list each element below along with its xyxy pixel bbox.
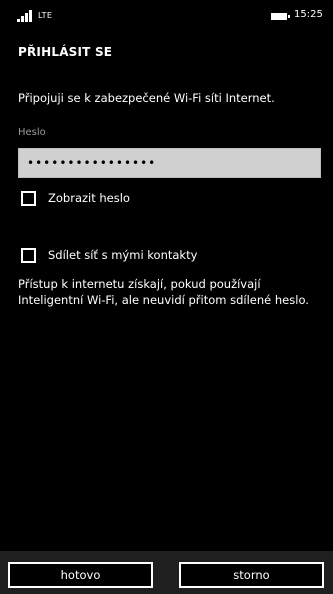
password-field[interactable]: •••••••••••••••• xyxy=(18,148,321,178)
share-network-checkbox[interactable] xyxy=(21,248,36,263)
done-button[interactable]: hotovo xyxy=(8,562,153,588)
password-label: Heslo xyxy=(18,127,46,138)
clock: 15:25 xyxy=(294,9,323,20)
status-bar: LTE 15:25 xyxy=(0,0,333,32)
show-password-label[interactable]: Zobrazit heslo xyxy=(48,191,130,205)
signal-icon xyxy=(17,10,35,22)
battery-icon xyxy=(271,13,290,20)
share-network-label[interactable]: Sdílet síť s mými kontakty xyxy=(48,248,197,262)
app-bar: hotovo storno xyxy=(0,551,333,594)
show-password-checkbox[interactable] xyxy=(21,191,36,206)
network-type: LTE xyxy=(38,11,53,20)
cancel-button[interactable]: storno xyxy=(179,562,324,588)
page-title: PŘIHLÁSIT SE xyxy=(18,45,113,59)
connection-message: Připojuji se k zabezpečené Wi-Fi síti In… xyxy=(18,91,275,105)
share-info-text: Přístup k internetu získají, pokud použí… xyxy=(18,277,309,307)
